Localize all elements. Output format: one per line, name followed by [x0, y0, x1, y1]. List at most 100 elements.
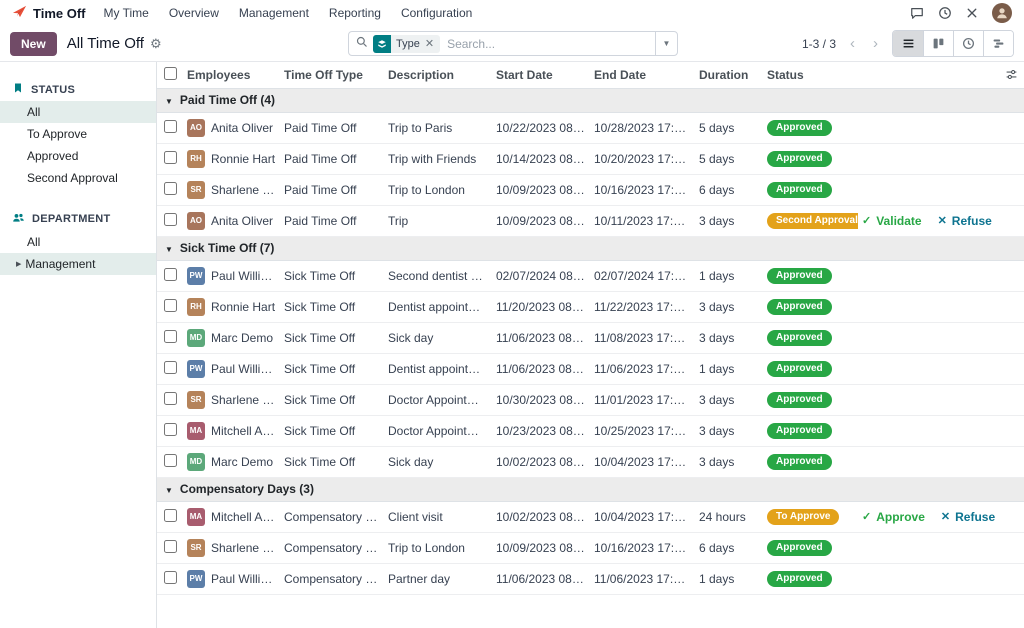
row-checkbox[interactable]: [163, 298, 177, 312]
employee-avatar: MD: [187, 328, 205, 347]
employee-avatar: RH: [187, 149, 205, 168]
time-off-type-cell: Paid Time Off: [280, 174, 384, 206]
table-row[interactable]: MD Marc Demo Sick Time Off Sick day 11/06…: [157, 322, 1024, 354]
table-row[interactable]: RH Ronnie Hart Sick Time Off Dentist appo…: [157, 291, 1024, 323]
table-row[interactable]: AO Anita Oliver Paid Time Off Trip 10/09/…: [157, 205, 1024, 237]
list-view-button[interactable]: [893, 31, 923, 56]
table-row[interactable]: SR Sharlene Rhodes Sick Time Off Doctor A…: [157, 384, 1024, 416]
time-off-app-icon: [12, 4, 27, 22]
row-checkbox[interactable]: [163, 267, 177, 281]
refuse-button[interactable]: ✕ Refuse: [941, 510, 995, 524]
kanban-view-button[interactable]: [923, 31, 953, 56]
row-checkbox[interactable]: [163, 150, 177, 164]
row-checkbox[interactable]: [163, 360, 177, 374]
row-checkbox[interactable]: [163, 539, 177, 553]
column-header-end-date[interactable]: End Date: [590, 62, 695, 89]
sidebar-item-all[interactable]: ▶ All: [0, 231, 156, 253]
table-row[interactable]: AO Anita Oliver Paid Time Off Trip to Par…: [157, 112, 1024, 144]
employee-name: Anita Oliver: [211, 213, 274, 228]
row-checkbox[interactable]: [163, 570, 177, 584]
row-checkbox[interactable]: [163, 453, 177, 467]
row-checkbox[interactable]: [163, 119, 177, 133]
table-row[interactable]: PW Paul Williams Sick Time Off Dentist ap…: [157, 353, 1024, 385]
sidebar-item-approved[interactable]: ▶ Approved: [0, 145, 156, 167]
group-header-row[interactable]: ▼ Paid Time Off (4): [157, 87, 1024, 113]
table-row[interactable]: PW Paul Williams Sick Time Off Second den…: [157, 260, 1024, 292]
start-date-cell: 10/09/2023 08:00:…: [492, 532, 590, 564]
nav-menu-item[interactable]: Management: [239, 6, 309, 20]
sidebar-section-title: DEPARTMENT: [0, 207, 156, 231]
duration-cell: 1 days: [695, 260, 763, 292]
facet-label: Type: [396, 37, 420, 50]
new-button[interactable]: New: [10, 31, 57, 56]
employee-avatar: PW: [187, 266, 205, 285]
pager-previous-button[interactable]: ‹: [846, 36, 859, 51]
employee-name: Paul Williams: [211, 268, 276, 283]
nav-menu-item[interactable]: My Time: [104, 6, 149, 20]
systray-x-icon[interactable]: [966, 7, 978, 19]
table-row[interactable]: RH Ronnie Hart Paid Time Off Trip with Fr…: [157, 143, 1024, 175]
row-checkbox[interactable]: [163, 391, 177, 405]
user-avatar[interactable]: [992, 3, 1012, 23]
description-cell: Trip: [384, 205, 492, 237]
select-all-checkbox[interactable]: [163, 66, 177, 80]
search-input[interactable]: [447, 36, 655, 51]
activity-view-button[interactable]: [953, 31, 983, 56]
search-bar[interactable]: Type ✕ ▼: [348, 31, 678, 56]
employee-avatar: MD: [187, 452, 205, 471]
messages-icon[interactable]: [910, 6, 924, 20]
row-checkbox[interactable]: [163, 212, 177, 226]
sidebar-item-all[interactable]: ▶ All: [0, 101, 156, 123]
nav-menu-item[interactable]: Overview: [169, 6, 219, 20]
description-cell: Trip to Paris: [384, 112, 492, 144]
description-cell: Second dentist app…: [384, 260, 492, 292]
nav-menu-item[interactable]: Configuration: [401, 6, 472, 20]
status-badge: Approved: [767, 361, 832, 377]
duration-cell: 3 days: [695, 291, 763, 323]
gantt-view-button[interactable]: [983, 31, 1013, 56]
group-header-row[interactable]: ▼ Sick Time Off (7): [157, 235, 1024, 261]
approve-button[interactable]: ✓ Approve: [862, 510, 925, 524]
group-header-row[interactable]: ▼ Compensatory Days (3): [157, 476, 1024, 502]
check-icon: ✓: [862, 511, 872, 524]
column-header-description[interactable]: Description: [384, 62, 492, 89]
start-date-cell: 10/22/2023 08:00:…: [492, 112, 590, 144]
status-badge: Approved: [767, 454, 832, 470]
column-header-duration[interactable]: Duration: [695, 62, 763, 89]
row-checkbox[interactable]: [163, 329, 177, 343]
search-dropdown-caret-icon[interactable]: ▼: [655, 32, 677, 55]
column-header-status[interactable]: Status: [763, 62, 858, 89]
nav-menu-item[interactable]: Reporting: [329, 6, 381, 20]
table-row[interactable]: PW Paul Williams Compensatory Days Partne…: [157, 563, 1024, 595]
search-facet-type[interactable]: Type ✕: [373, 34, 441, 53]
table-row[interactable]: MA Mitchell Admin Sick Time Off Doctor Ap…: [157, 415, 1024, 447]
sidebar-item-to-approve[interactable]: ▶ To Approve: [0, 123, 156, 145]
table-row[interactable]: MD Marc Demo Sick Time Off Sick day 10/02…: [157, 446, 1024, 478]
facet-remove-icon[interactable]: ✕: [425, 37, 440, 50]
table-row[interactable]: SR Sharlene Rhodes Compensatory Days Trip…: [157, 532, 1024, 564]
table-row[interactable]: SR Sharlene Rhodes Paid Time Off Trip to …: [157, 174, 1024, 206]
pager-next-button[interactable]: ›: [869, 36, 882, 51]
sidebar-item-second-approval[interactable]: ▶ Second Approval: [0, 167, 156, 189]
employee-name: Sharlene Rhodes: [211, 540, 276, 555]
column-header-employees[interactable]: Employees: [183, 62, 280, 89]
row-checkbox[interactable]: [163, 422, 177, 436]
sidebar-section: DEPARTMENT ▶ All ▶ Management: [0, 207, 156, 275]
description-cell: Doctor Appointment: [384, 415, 492, 447]
activities-clock-icon[interactable]: [938, 6, 952, 20]
column-header-time-off-type[interactable]: Time Off Type: [280, 62, 384, 89]
gear-icon[interactable]: ⚙: [150, 36, 162, 52]
employee-name: Paul Williams: [211, 571, 276, 586]
refuse-button[interactable]: ✕ Refuse: [938, 214, 992, 228]
optional-columns-icon[interactable]: [1005, 68, 1018, 84]
validate-button[interactable]: ✓ Validate: [862, 214, 922, 228]
sidebar-item-management[interactable]: ▶ Management: [0, 253, 156, 275]
row-checkbox[interactable]: [163, 508, 177, 522]
app-switcher[interactable]: Time Off: [12, 4, 86, 22]
employee-name: Anita Oliver: [211, 120, 274, 135]
column-header-start-date[interactable]: Start Date: [492, 62, 590, 89]
status-badge: Approved: [767, 392, 832, 408]
table-row[interactable]: MA Mitchell Admin Compensatory Days Clien…: [157, 501, 1024, 533]
row-checkbox[interactable]: [163, 181, 177, 195]
time-off-type-cell: Sick Time Off: [280, 353, 384, 385]
